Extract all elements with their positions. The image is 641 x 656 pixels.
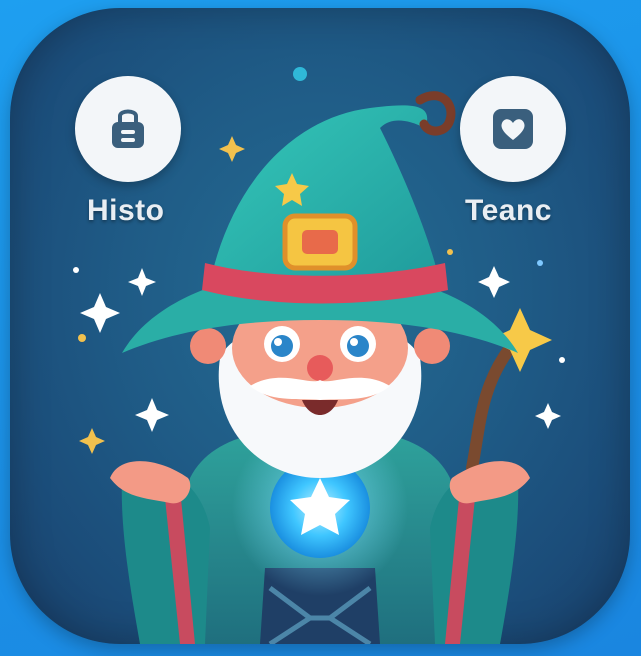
teanc-button[interactable] [460,76,566,182]
heart-icon [493,109,533,149]
histo-button[interactable] [75,76,181,182]
scene: Histo Teanc [0,0,641,656]
shopping-bag-icon [112,109,144,148]
histo-label: Histo [87,194,165,227]
wizard-nose [307,355,333,381]
teanc-label: Teanc [465,194,552,227]
app-icon-tile: Histo Teanc [10,8,630,644]
